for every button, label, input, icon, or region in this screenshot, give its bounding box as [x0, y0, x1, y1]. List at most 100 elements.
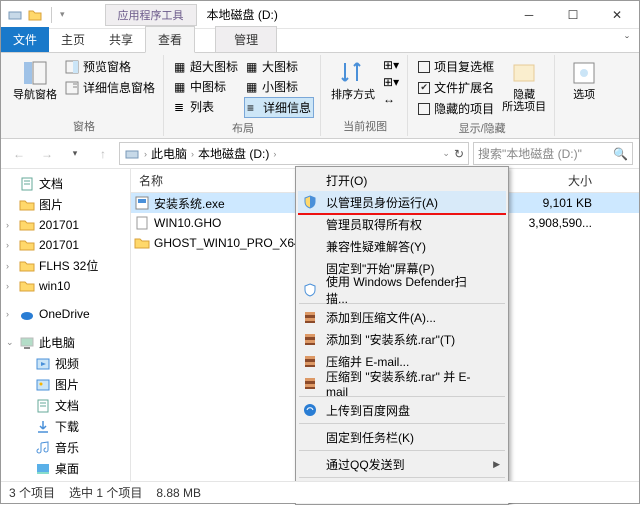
doc-icon — [19, 176, 35, 192]
crumb-pc[interactable]: 此电脑 — [151, 145, 187, 162]
layout-s-button[interactable]: ▦小图标 — [244, 77, 314, 96]
breadcrumb[interactable]: › 此电脑 › 本地磁盘 (D:) › ⌄ ↻ — [119, 142, 469, 165]
ribbon-tabs: 文件 主页 共享 查看 管理 ˇ — [1, 29, 639, 53]
music-icon — [35, 440, 51, 456]
options-button[interactable]: 选项 — [563, 57, 605, 103]
layout-details-button[interactable]: ≡详细信息 — [244, 97, 314, 118]
back-button[interactable]: ← — [7, 142, 31, 166]
hide-selected-button[interactable]: 隐藏 所选项目 — [500, 57, 548, 115]
tab-home[interactable]: 主页 — [49, 27, 97, 52]
addr-dropdown-icon[interactable]: ⌄ — [442, 148, 450, 159]
layout-list-button[interactable]: ≣列表 — [172, 97, 240, 116]
menu-item[interactable]: 使用 Windows Defender扫描... — [298, 279, 506, 301]
folder-yellow-icon — [27, 7, 43, 23]
status-size: 8.88 MB — [156, 486, 201, 500]
recent-button[interactable]: ▾ — [63, 142, 87, 166]
menu-item[interactable]: 上传到百度网盘 — [298, 399, 506, 421]
tree-item-label: win10 — [39, 279, 70, 293]
folder-icon — [19, 258, 35, 274]
shield-icon — [302, 194, 318, 210]
tree-item[interactable]: ›FLHS 32位 — [1, 255, 130, 276]
folder-icon — [19, 217, 35, 233]
menu-item-label: 打开(O) — [326, 172, 367, 189]
qat-dropdown-icon[interactable]: ▾ — [60, 9, 65, 20]
tree-item[interactable]: 视频 — [1, 353, 130, 374]
rar-icon — [302, 331, 318, 347]
up-button[interactable]: ↑ — [91, 142, 115, 166]
menu-item[interactable]: 打开(O) — [298, 169, 506, 191]
tree-item-label: 此电脑 — [39, 334, 75, 351]
tree-item[interactable]: 下载 — [1, 416, 130, 437]
refresh-button[interactable]: ↻ — [454, 147, 464, 161]
layout-l-button[interactable]: ▦大图标 — [244, 57, 314, 76]
file-extensions-toggle[interactable]: 文件扩展名 — [416, 78, 496, 97]
tree-item[interactable]: ›201701 — [1, 235, 130, 255]
desk-icon — [35, 461, 51, 477]
tree-item[interactable]: 文档 — [1, 395, 130, 416]
folder-icon — [19, 278, 35, 294]
tab-manage[interactable]: 管理 — [215, 26, 277, 52]
tree-item[interactable]: ›201701 — [1, 215, 130, 235]
sort-button[interactable]: 排序方式 — [329, 57, 377, 103]
hidden-items-toggle[interactable]: 隐藏的项目 — [416, 99, 496, 118]
tab-share[interactable]: 共享 — [97, 27, 145, 52]
menu-item[interactable]: 管理员取得所有权 — [298, 213, 506, 235]
groupby-button[interactable]: ⊞▾ — [381, 57, 401, 73]
forward-button[interactable]: → — [35, 142, 59, 166]
tree-item-label: 下载 — [55, 418, 79, 435]
layout-xl-button[interactable]: ▦超大图标 — [172, 57, 240, 76]
context-menu: 打开(O)以管理员身份运行(A)管理员取得所有权兼容性疑难解答(Y)固定到"开始… — [295, 166, 509, 505]
tab-file[interactable]: 文件 — [1, 27, 49, 52]
sizecols-button[interactable]: ↔ — [381, 91, 401, 107]
menu-item-label: 添加到压缩文件(A)... — [326, 309, 436, 326]
address-bar: ← → ▾ ↑ › 此电脑 › 本地磁盘 (D:) › ⌄ ↻ 搜索"本地磁盘 … — [1, 139, 639, 169]
menu-item[interactable]: 固定到任务栏(K) — [298, 426, 506, 448]
options-icon — [570, 59, 598, 87]
tree-item-label: 视频 — [55, 355, 79, 372]
menu-item[interactable]: 兼容性疑难解答(Y) — [298, 235, 506, 257]
maximize-button[interactable]: ☐ — [551, 1, 595, 29]
menu-item[interactable]: 以管理员身份运行(A) — [298, 191, 506, 213]
sort-icon — [339, 59, 367, 87]
tree-item[interactable]: 音乐 — [1, 437, 130, 458]
crumb-drive[interactable]: 本地磁盘 (D:) — [198, 145, 269, 162]
menu-item-label: 添加到 "安装系统.rar"(T) — [326, 331, 455, 348]
tree-item-label: 文档 — [39, 175, 63, 192]
layout-m-button[interactable]: ▦中图标 — [172, 77, 240, 96]
drive-icon — [124, 146, 140, 162]
folder-icon — [19, 237, 35, 253]
close-button[interactable]: ✕ — [595, 1, 639, 29]
folder-tree[interactable]: 文档图片›201701›201701›FLHS 32位›win10›OneDri… — [1, 169, 131, 481]
tab-view[interactable]: 查看 — [145, 26, 195, 53]
addcolumns-button[interactable]: ⊞▾ — [381, 74, 401, 90]
status-bar: 3 个项目 选中 1 个项目 8.88 MB — [1, 481, 639, 503]
col-size[interactable]: 大小 — [521, 172, 601, 189]
tree-item[interactable]: ›win10 — [1, 276, 130, 296]
status-count: 3 个项目 — [9, 484, 55, 501]
menu-item[interactable]: 压缩到 "安装系统.rar" 并 E-mail — [298, 372, 506, 394]
preview-pane-button[interactable]: 预览窗格 — [63, 57, 157, 76]
pc-icon — [19, 335, 35, 351]
tree-item-label: 图片 — [39, 196, 63, 213]
ribbon: 导航窗格 预览窗格 详细信息窗格 窗格 ▦超大图标 ▦中图标 ≣列表 ▦大图标 … — [1, 53, 639, 139]
tree-item[interactable]: ⌄此电脑 — [1, 332, 130, 353]
file-size: 9,101 KB — [522, 196, 600, 210]
minimize-button[interactable]: ─ — [507, 1, 551, 29]
tree-item-label: 文档 — [55, 397, 79, 414]
tree-item[interactable]: 图片 — [1, 374, 130, 395]
search-input[interactable]: 搜索"本地磁盘 (D:)" 🔍 — [473, 142, 633, 165]
tree-item[interactable]: ›OneDrive — [1, 304, 130, 324]
tree-item[interactable]: 图片 — [1, 194, 130, 215]
menu-item-label: 兼容性疑难解答(Y) — [326, 238, 426, 255]
titlebar: ▾ 应用程序工具 本地磁盘 (D:) ─ ☐ ✕ — [1, 1, 639, 29]
item-checkboxes-toggle[interactable]: 项目复选框 — [416, 57, 496, 76]
menu-item[interactable]: 添加到压缩文件(A)... — [298, 306, 506, 328]
tree-item[interactable]: 文档 — [1, 173, 130, 194]
ribbon-collapse-button[interactable]: ˇ — [615, 30, 639, 52]
tree-item-label: 音乐 — [55, 439, 79, 456]
details-pane-button[interactable]: 详细信息窗格 — [63, 78, 157, 97]
navigation-pane-button[interactable]: 导航窗格 — [11, 57, 59, 103]
tree-item[interactable]: 桌面 — [1, 458, 130, 479]
menu-item[interactable]: 通过QQ发送到▶ — [298, 453, 506, 475]
menu-item[interactable]: 添加到 "安装系统.rar"(T) — [298, 328, 506, 350]
